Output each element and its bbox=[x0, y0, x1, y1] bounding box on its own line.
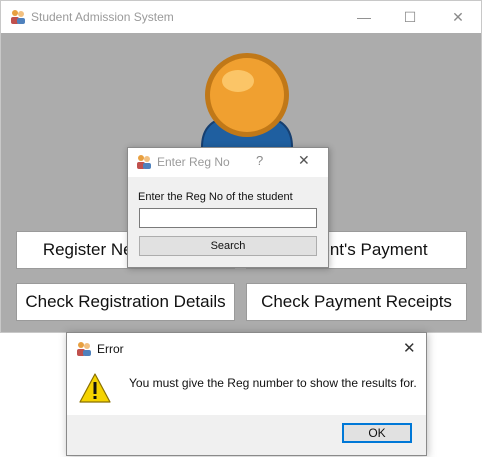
reg-dialog-title: Enter Reg No bbox=[157, 155, 230, 169]
help-button[interactable]: ? bbox=[256, 153, 263, 168]
close-button[interactable]: ✕ bbox=[435, 1, 481, 33]
window-title: Student Admission System bbox=[31, 10, 174, 24]
maximize-icon: ☐ bbox=[403, 8, 417, 25]
check-payment-receipts-button[interactable]: Check Payment Receipts bbox=[246, 283, 467, 321]
student-logo-icon bbox=[201, 53, 293, 161]
check-payment-label: Check Payment Receipts bbox=[261, 292, 452, 311]
reg-dialog-close-button[interactable]: ✕ bbox=[298, 152, 310, 169]
people-icon bbox=[11, 10, 25, 24]
warning-icon bbox=[79, 373, 111, 403]
reg-no-prompt: Enter the Reg No of the student bbox=[138, 191, 293, 203]
minimize-icon: — bbox=[357, 9, 371, 25]
people-icon bbox=[137, 155, 151, 169]
main-title-bar[interactable]: Student Admission System — ☐ ✕ bbox=[1, 1, 481, 33]
error-dialog-title-bar[interactable]: Error ✕ bbox=[67, 333, 426, 363]
error-message: You must give the Reg number to show the… bbox=[129, 376, 417, 390]
close-icon: ✕ bbox=[452, 8, 464, 25]
minimize-button[interactable]: — bbox=[341, 1, 387, 33]
error-dialog-close-button[interactable]: ✕ bbox=[403, 339, 416, 357]
search-button-label: Search bbox=[210, 240, 246, 252]
check-registration-details-button[interactable]: Check Registration Details bbox=[16, 283, 235, 321]
search-button[interactable]: Search bbox=[139, 236, 317, 256]
error-dialog-title: Error bbox=[97, 342, 124, 356]
people-icon bbox=[77, 342, 91, 356]
error-dialog: Error ✕ You must give the Reg number to … bbox=[66, 332, 427, 456]
check-registration-label: Check Registration Details bbox=[25, 292, 226, 311]
reg-dialog-title-bar[interactable]: Enter Reg No ? ✕ bbox=[128, 148, 328, 177]
ok-button-label: OK bbox=[368, 426, 386, 440]
reg-no-input[interactable] bbox=[139, 208, 317, 228]
enter-reg-no-dialog: Enter Reg No ? ✕ Enter the Reg No of the… bbox=[127, 147, 329, 268]
ok-button[interactable]: OK bbox=[342, 423, 412, 443]
error-dialog-footer: OK bbox=[67, 415, 426, 455]
maximize-button[interactable]: ☐ bbox=[387, 1, 433, 33]
